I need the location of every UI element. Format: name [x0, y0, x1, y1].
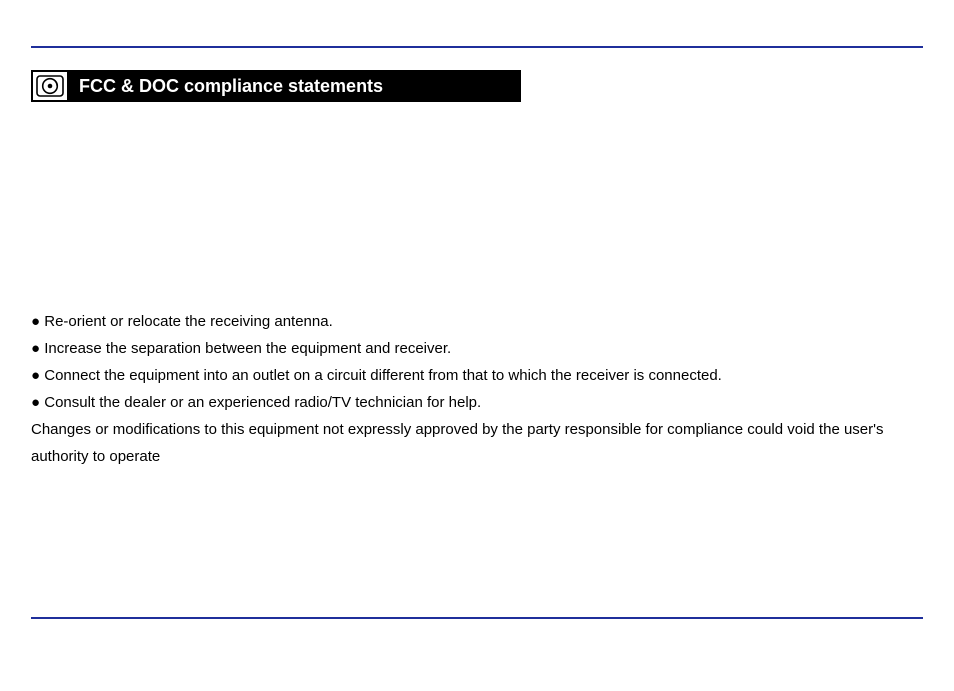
- section-heading-bar: FCC & DOC compliance statements: [31, 70, 521, 102]
- intro-paragraph-1: This device complies with Part 15 of the…: [31, 135, 923, 216]
- body-text: ● Re-orient or relocate the receiving an…: [31, 308, 923, 470]
- closing-paragraph: Changes or modifications to this equipme…: [31, 416, 923, 470]
- bullet-item: ● Increase the separation between the eq…: [31, 335, 923, 362]
- disc-icon: [31, 70, 69, 102]
- section-heading-text: FCC & DOC compliance statements: [79, 76, 383, 97]
- page: FCC & DOC compliance statements This dev…: [0, 0, 954, 691]
- bottom-divider: [31, 617, 923, 619]
- closing-tail-hidden: the equipment.: [164, 448, 263, 465]
- top-divider: [31, 46, 923, 48]
- bullet-item: ● Consult the dealer or an experienced r…: [31, 389, 923, 416]
- bullet-item: ● Re-orient or relocate the receiving an…: [31, 308, 923, 335]
- bullet-item: ● Connect the equipment into an outlet o…: [31, 362, 923, 389]
